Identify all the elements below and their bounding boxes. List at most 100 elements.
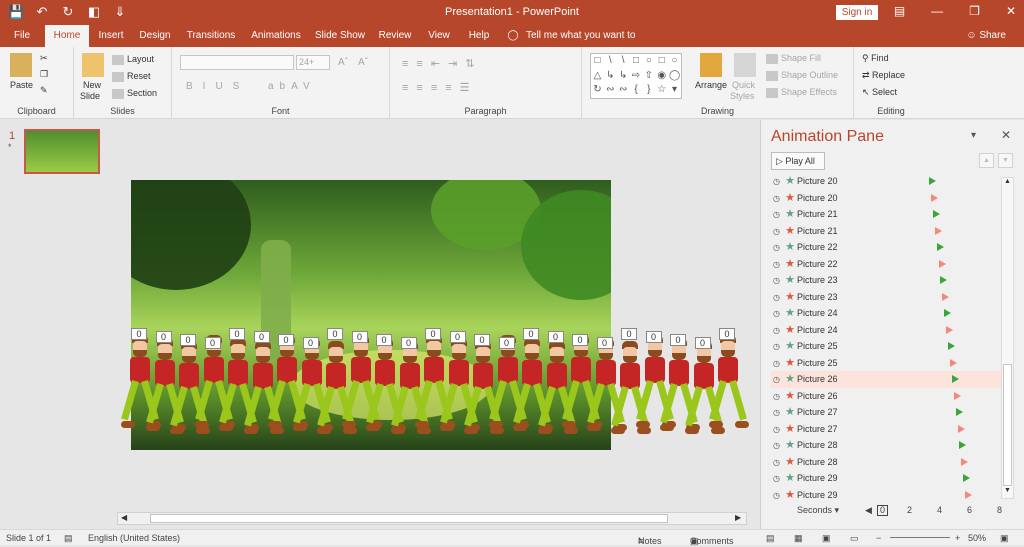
timing-bar-icon[interactable] [942, 292, 950, 301]
animation-item[interactable]: ◷ ★ Picture 29 [771, 487, 1001, 504]
minimize-icon[interactable]: — [931, 4, 943, 18]
timing-bar-icon[interactable] [938, 259, 946, 268]
animation-item[interactable]: ◷ ★ Picture 28 [771, 437, 1001, 454]
slide-sorter-icon[interactable]: ▦ [794, 533, 803, 544]
animation-order-tag[interactable]: 0 [498, 337, 515, 349]
timing-bar-icon[interactable] [961, 457, 969, 466]
move-up-icon[interactable]: ▲ [979, 153, 994, 168]
fit-slide-icon[interactable]: ▣ [1000, 533, 1009, 544]
timeline-ruler[interactable]: ◀ 0 2 4 6 8 [865, 505, 1002, 517]
timing-bar-icon[interactable] [940, 276, 948, 284]
timing-bar-icon[interactable] [936, 243, 944, 251]
walking-character[interactable] [709, 335, 749, 435]
new-slide-button-2[interactable]: Slide [80, 91, 100, 101]
animation-order-tag[interactable]: 0 [351, 331, 368, 343]
animation-item[interactable]: ◷ ★ Picture 24 [771, 305, 1001, 322]
animation-item[interactable]: ◷ ★ Picture 24 [771, 322, 1001, 339]
slide-thumbnail[interactable] [24, 129, 100, 174]
alignment-icons[interactable]: ≡≡≡≡☰ [402, 81, 478, 94]
timing-bar-icon[interactable] [929, 177, 936, 185]
find-button[interactable]: ⚲ Find [862, 53, 889, 64]
animation-order-tag[interactable]: 0 [694, 337, 711, 349]
animation-item[interactable]: ◷ ★ Picture 23 [771, 289, 1001, 306]
tab-file[interactable]: File [8, 25, 36, 47]
animation-order-tag[interactable]: 0 [523, 328, 539, 340]
scroll-up-icon[interactable]: ▲ [1004, 178, 1011, 185]
tab-view[interactable]: View [424, 25, 454, 47]
restore-icon[interactable]: ❐ [969, 4, 980, 18]
zoom-level[interactable]: 50% [968, 533, 986, 543]
format-painter-icon[interactable]: ✎ [40, 85, 48, 96]
paste-button[interactable]: Paste [10, 80, 33, 90]
animation-item[interactable]: ◷ ★ Picture 21 [771, 223, 1001, 240]
animation-item[interactable]: ◷ ★ Picture 27 [771, 404, 1001, 421]
play-all-button[interactable]: ▷ Play All [771, 152, 825, 170]
animation-order-tag[interactable]: 0 [229, 328, 245, 340]
language-indicator[interactable]: English (United States) [88, 533, 180, 543]
close-icon[interactable]: ✕ [1006, 4, 1016, 18]
animation-item[interactable]: ◷ ★ Picture 23 [771, 272, 1001, 289]
animation-item[interactable]: ◷ ★ Picture 29 [771, 470, 1001, 487]
tab-animations[interactable]: Animations [249, 25, 303, 47]
animation-order-tag[interactable]: 0 [155, 331, 172, 343]
arrange-icon[interactable] [700, 53, 722, 77]
animation-item[interactable]: ◷ ★ Picture 22 [771, 239, 1001, 256]
shrink-font-icon[interactable]: Aˇ [358, 57, 368, 68]
animation-order-tag[interactable]: 0 [596, 337, 613, 349]
horizontal-scroll-thumb[interactable] [150, 514, 668, 523]
animation-item[interactable]: ◷ ★ Picture 21 [771, 206, 1001, 223]
timing-bar-icon[interactable] [946, 325, 954, 334]
reset-button[interactable]: Reset [112, 71, 151, 82]
zoom-slider[interactable] [890, 537, 950, 538]
pane-options-icon[interactable]: ▾ [971, 130, 976, 141]
font-size-box[interactable]: 24+ [296, 55, 330, 70]
timing-bar-icon[interactable] [963, 474, 971, 482]
normal-view-icon[interactable]: ▤ [766, 533, 775, 544]
animation-order-tag[interactable]: 0 [327, 328, 343, 340]
horizontal-scrollbar[interactable]: ◀ ▶ [117, 512, 747, 525]
sign-in-button[interactable]: Sign in [836, 5, 878, 20]
animation-order-tag[interactable]: 0 [449, 331, 466, 343]
timing-bar-icon[interactable] [934, 226, 942, 235]
layout-button[interactable]: Layout [112, 54, 154, 65]
copy-icon[interactable]: ❐ [40, 69, 48, 80]
quick-styles-button-2[interactable]: Styles [730, 91, 755, 101]
tab-slide-show[interactable]: Slide Show [313, 25, 367, 47]
timing-bar-icon[interactable] [953, 391, 961, 400]
shape-fill-button[interactable]: Shape Fill [766, 53, 821, 64]
zoom-out-icon[interactable]: − [876, 533, 881, 543]
scroll-right-icon[interactable]: ▶ [735, 513, 741, 522]
animation-order-tag[interactable]: 0 [425, 328, 441, 340]
animation-item[interactable]: ◷ ★ Picture 25 [771, 355, 1001, 372]
timeline-left-icon[interactable]: ◀ [865, 505, 872, 516]
timing-bar-icon[interactable] [955, 408, 963, 416]
quick-styles-icon[interactable] [734, 53, 756, 77]
zoom-in-icon[interactable]: + [955, 533, 960, 543]
timing-bar-icon[interactable] [944, 309, 952, 317]
animation-order-tag[interactable]: 0 [645, 331, 662, 343]
seconds-dropdown[interactable]: Seconds ▾ [797, 505, 839, 516]
animation-order-tag[interactable]: 0 [131, 328, 147, 340]
shape-outline-button[interactable]: Shape Outline [766, 70, 838, 81]
timing-bar-icon[interactable] [930, 193, 938, 202]
tab-help[interactable]: Help [464, 25, 494, 47]
font-name-box[interactable] [180, 55, 294, 70]
cut-icon[interactable]: ✂ [40, 53, 48, 64]
timing-bar-icon[interactable] [948, 342, 955, 350]
animation-order-tag[interactable]: 0 [376, 334, 392, 346]
spell-check-icon[interactable]: ▤ [64, 533, 73, 544]
animation-order-tag[interactable]: 0 [180, 334, 196, 346]
tell-me-search[interactable]: Tell me what you want to do [526, 25, 646, 63]
replace-button[interactable]: ⇄ Replace [862, 70, 905, 81]
section-button[interactable]: Section [112, 88, 157, 99]
animation-order-tag[interactable]: 0 [719, 328, 735, 340]
tab-review[interactable]: Review [376, 25, 414, 47]
animation-order-tag[interactable]: 0 [474, 334, 490, 346]
select-button[interactable]: ↖ Select [862, 87, 897, 98]
animation-item[interactable]: ◷ ★ Picture 22 [771, 256, 1001, 273]
tab-design[interactable]: Design [137, 25, 173, 47]
share-button[interactable]: ☺ Share [966, 30, 1006, 41]
timing-bar-icon[interactable] [951, 375, 959, 383]
shape-effects-button[interactable]: Shape Effects [766, 87, 837, 98]
animation-order-tag[interactable]: 0 [572, 334, 588, 346]
